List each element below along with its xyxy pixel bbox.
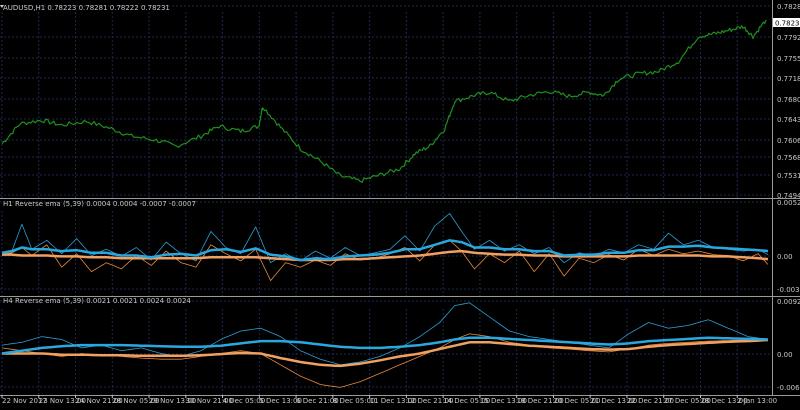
current-price-label: 0.78231	[773, 18, 800, 28]
h4-tick: -0.0065	[777, 384, 800, 392]
time-axis: 22 Nov 201723 Nov 13:0024 Nov 21:0028 No…	[1, 395, 777, 405]
price-tick: 0.77550	[777, 55, 800, 63]
price-tick: 0.76430	[777, 116, 800, 124]
price-tick: 0.75680	[777, 154, 800, 162]
h1-tick: -0.0037	[777, 286, 800, 294]
time-label: 2 Jan 13:00	[737, 397, 777, 405]
price-pane-title: AUDUSD,H1 0.78223 0.78281 0.78222 0.7823…	[3, 4, 170, 12]
svg-text:0.78231: 0.78231	[775, 20, 800, 28]
price-tick: 0.77920	[777, 34, 800, 42]
h4-tick: 0.00	[777, 351, 793, 359]
price-tick: 0.76060	[777, 137, 800, 145]
h4-pane-title: H4 Reverse ema (5,39) 0.0021 0.0021 0.00…	[3, 297, 191, 305]
h1-tick: 0.00	[777, 253, 793, 261]
h1-tick: 0.0052	[777, 199, 800, 207]
price-tick: 0.75310	[777, 172, 800, 180]
price-tick: 0.77180	[777, 75, 800, 83]
price-tick: 0.78281	[777, 3, 800, 11]
h4-tick: 0.0092	[777, 298, 800, 306]
h1-pane-title: H1 Reverse ema (5,39) 0.0004 0.0004 -0.0…	[3, 200, 196, 208]
price-tick: 0.76800	[777, 96, 800, 104]
trading-chart-window[interactable]: AUDUSD,H1 0.78223 0.78281 0.78222 0.7823…	[0, 0, 800, 406]
